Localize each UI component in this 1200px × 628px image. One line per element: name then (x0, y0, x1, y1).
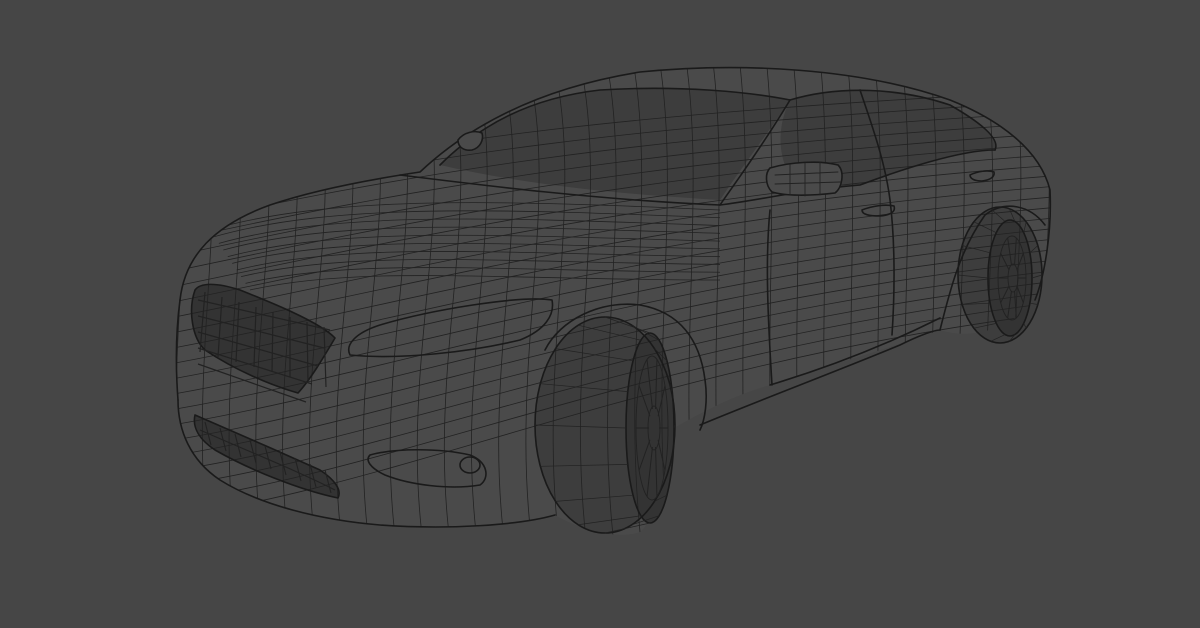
3d-viewport[interactable] (0, 0, 1200, 628)
side-mirror (765, 161, 843, 197)
car-wireframe-model[interactable] (0, 0, 1200, 628)
mesh-edge (1033, 67, 1051, 535)
mesh-edge (1061, 40, 1081, 600)
